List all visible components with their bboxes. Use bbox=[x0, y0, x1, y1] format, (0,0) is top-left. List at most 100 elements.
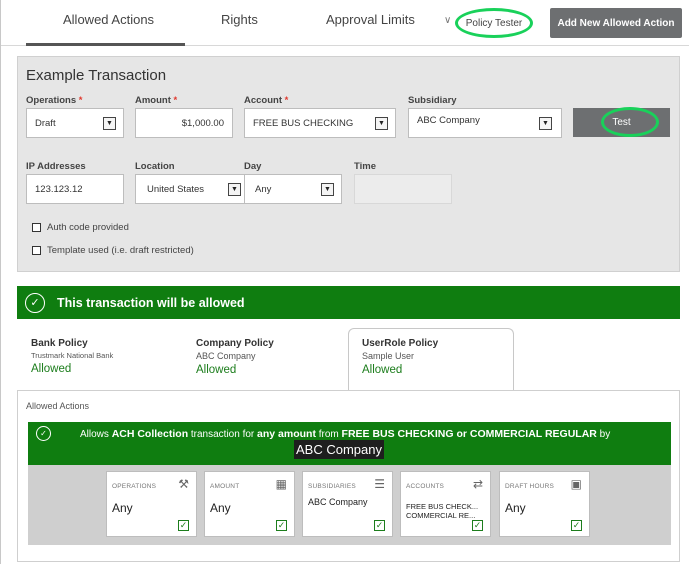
test-highlight-ring bbox=[601, 107, 659, 137]
subsidiaries-card[interactable]: SUBSIDIARIES ☰ ABC Company ✓ bbox=[302, 471, 393, 537]
tab-rights[interactable]: Rights bbox=[221, 12, 258, 27]
accounts-card[interactable]: ACCOUNTS ⇄ FREE BUS CHECK... COMMERCIAL … bbox=[400, 471, 491, 537]
subsidiary-select[interactable]: ABC Company ▼ bbox=[408, 108, 562, 138]
location-select[interactable]: United States ▼ bbox=[135, 174, 249, 204]
tab-policy-tester[interactable]: Policy Tester bbox=[455, 8, 533, 38]
template-used-label: Template used (i.e. draft restricted) bbox=[47, 245, 194, 256]
card-value: ABC Company bbox=[308, 497, 368, 507]
sentence-type: ACH Collection bbox=[111, 428, 189, 440]
draft-hours-card[interactable]: DRAFT HOURS ▣ Any ✓ bbox=[499, 471, 590, 537]
location-label: Location bbox=[135, 161, 175, 172]
panel-title: Example Transaction bbox=[26, 67, 167, 84]
checkbox-checked-icon: ✓ bbox=[472, 520, 483, 531]
policy-subtitle: Sample User bbox=[362, 351, 415, 361]
sentence-text: by bbox=[599, 429, 611, 440]
policy-title: UserRole Policy bbox=[362, 338, 439, 349]
card-value: Any bbox=[505, 501, 526, 515]
tab-approval-limits[interactable]: Approval Limits bbox=[326, 12, 415, 27]
card-title: SUBSIDIARIES bbox=[308, 483, 356, 490]
operations-value: Draft bbox=[35, 117, 56, 129]
account-label: Account * bbox=[244, 95, 288, 106]
card-value-line: COMMERCIAL RE... bbox=[406, 511, 476, 520]
chevron-down-icon: ▼ bbox=[321, 183, 334, 196]
transfer-arrows-icon: ⇄ bbox=[472, 477, 483, 491]
add-new-allowed-action-button[interactable]: Add New Allowed Action bbox=[550, 8, 682, 38]
operations-select[interactable]: Draft ▼ bbox=[26, 108, 124, 138]
card-title: AMOUNT bbox=[210, 483, 240, 490]
operations-label-text: Operations bbox=[26, 95, 77, 106]
allowed-actions-section: Allowed Actions ✓ Allows ACH Collection … bbox=[17, 390, 680, 562]
required-mark: * bbox=[78, 95, 83, 106]
bank-policy[interactable]: Bank Policy Trustmark National Bank Allo… bbox=[31, 338, 113, 375]
page: Allowed Actions Rights Approval Limits ∨… bbox=[0, 0, 689, 564]
sentence-text: transaction for bbox=[190, 429, 255, 440]
operations-card[interactable]: OPERATIONS ⚒ Any ✓ bbox=[106, 471, 197, 537]
policy-status: Allowed bbox=[196, 364, 237, 376]
example-transaction-panel: Example Transaction Operations * Draft ▼… bbox=[17, 56, 680, 272]
check-circle-icon: ✓ bbox=[25, 292, 45, 313]
card-title: DRAFT HOURS bbox=[505, 483, 555, 490]
policy-subtitle: Trustmark National Bank bbox=[31, 351, 114, 360]
auth-code-checkbox[interactable] bbox=[32, 223, 41, 232]
chevron-down-icon: ∨ bbox=[444, 15, 452, 26]
day-label: Day bbox=[244, 161, 262, 172]
account-value: FREE BUS CHECKING bbox=[253, 117, 354, 129]
chevron-down-icon: ▼ bbox=[375, 117, 388, 130]
policy-status: Allowed bbox=[362, 364, 403, 376]
day-select[interactable]: Any ▼ bbox=[244, 174, 342, 204]
company-policy[interactable]: Company Policy ABC Company Allowed bbox=[196, 338, 274, 376]
sentence-text: from bbox=[318, 429, 339, 440]
tab-allowed-actions[interactable]: Allowed Actions bbox=[63, 12, 154, 27]
chevron-down-icon: ▼ bbox=[228, 183, 241, 196]
time-input[interactable] bbox=[354, 174, 452, 204]
policy-title: Bank Policy bbox=[31, 338, 88, 349]
template-used-checkbox[interactable] bbox=[32, 246, 41, 255]
checkbox-checked-icon: ✓ bbox=[571, 520, 582, 531]
allowed-action-company: ABC Company bbox=[294, 440, 384, 459]
policy-title: Company Policy bbox=[196, 338, 274, 349]
policy-status: Allowed bbox=[31, 363, 72, 375]
wrench-icon: ⚒ bbox=[178, 477, 189, 491]
chevron-down-icon: ▼ bbox=[539, 117, 552, 130]
template-used-checkbox-row[interactable]: Template used (i.e. draft restricted) bbox=[32, 245, 194, 256]
chevron-down-icon: ▼ bbox=[103, 117, 116, 130]
allowed-actions-label: Allowed Actions bbox=[26, 401, 90, 411]
day-value: Any bbox=[255, 183, 272, 195]
location-value: United States bbox=[147, 183, 205, 195]
checkbox-checked-icon: ✓ bbox=[178, 520, 189, 531]
subsidiary-value: ABC Company bbox=[417, 115, 480, 126]
userrole-policy[interactable]: UserRole Policy Sample User Allowed bbox=[362, 338, 438, 376]
check-circle-icon: ✓ bbox=[36, 426, 51, 441]
calendar-icon: ▣ bbox=[570, 477, 582, 491]
checkbox-checked-icon: ✓ bbox=[276, 520, 287, 531]
active-tab-indicator bbox=[26, 43, 185, 46]
result-banner: ✓ This transaction will be allowed bbox=[17, 286, 680, 319]
card-title: OPERATIONS bbox=[112, 483, 157, 490]
result-banner-text: This transaction will be allowed bbox=[57, 295, 245, 310]
sentence-text: Allows bbox=[80, 429, 109, 440]
tab-policy-tester-label: Policy Tester bbox=[465, 17, 523, 29]
card-value: FREE BUS CHECK... COMMERCIAL RE... bbox=[406, 502, 478, 520]
time-label: Time bbox=[354, 161, 377, 172]
ip-input[interactable]: 123.123.12 bbox=[26, 174, 124, 204]
amount-label: Amount * bbox=[135, 95, 177, 106]
required-mark: * bbox=[284, 95, 289, 106]
account-select[interactable]: FREE BUS CHECKING ▼ bbox=[244, 108, 396, 138]
card-value: Any bbox=[210, 501, 231, 515]
subsidiary-label: Subsidiary bbox=[408, 95, 457, 106]
auth-code-label: Auth code provided bbox=[47, 222, 129, 233]
card-value: Any bbox=[112, 501, 133, 515]
operations-label: Operations * bbox=[26, 95, 83, 106]
amount-label-text: Amount bbox=[135, 95, 171, 106]
card-value-line: FREE BUS CHECK... bbox=[406, 502, 479, 511]
auth-code-checkbox-row[interactable]: Auth code provided bbox=[32, 222, 129, 233]
ip-label: IP Addresses bbox=[26, 161, 86, 172]
sentence-amount: any amount bbox=[257, 428, 316, 440]
card-title: ACCOUNTS bbox=[406, 483, 445, 490]
checkbox-checked-icon: ✓ bbox=[374, 520, 385, 531]
amount-card[interactable]: AMOUNT ▦ Any ✓ bbox=[204, 471, 295, 537]
org-chart-icon: ☰ bbox=[374, 477, 385, 491]
tab-bar: Allowed Actions Rights Approval Limits ∨… bbox=[1, 0, 689, 46]
allowed-action-sentence: Allows ACH Collection transaction for an… bbox=[80, 428, 610, 440]
amount-input[interactable]: $1,000.00 bbox=[135, 108, 233, 138]
